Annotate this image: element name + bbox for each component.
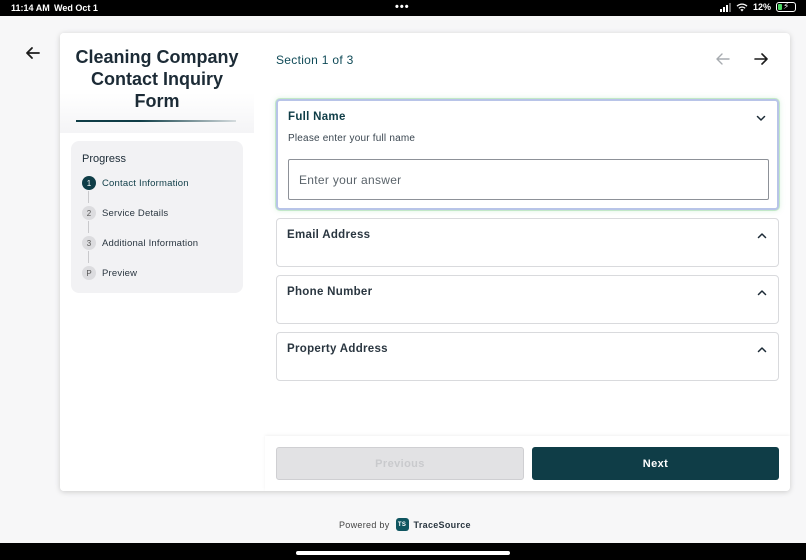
chevron-up-icon[interactable] (756, 344, 768, 356)
progress-title: Progress (82, 153, 127, 165)
step-number: P (82, 266, 96, 280)
status-right: 12% ⚡ (719, 1, 796, 12)
step-label: Additional Information (102, 237, 199, 249)
nav-next-arrow-icon[interactable] (753, 51, 769, 67)
nav-prev-arrow-icon[interactable] (715, 51, 731, 67)
battery-icon: ⚡ (776, 1, 796, 12)
chevron-up-icon[interactable] (756, 287, 768, 299)
question-description: Please enter your full name (288, 133, 416, 144)
previous-button[interactable]: Previous (276, 447, 524, 480)
step-number: 3 (82, 236, 96, 250)
home-indicator[interactable] (296, 551, 510, 555)
chevron-up-icon[interactable] (756, 230, 768, 242)
back-arrow-icon[interactable] (24, 44, 42, 62)
powered-by-label: Powered by (339, 519, 390, 530)
multitask-dots[interactable]: ••• (395, 1, 410, 13)
question-full-name: Full Name Please enter your full name (276, 99, 779, 210)
next-button[interactable]: Next (532, 447, 779, 480)
question-title: Phone Number (287, 286, 373, 298)
step-label: Contact Information (102, 177, 189, 189)
progress-step-additional-information[interactable]: 3 Additional Information (82, 236, 198, 250)
step-connector (88, 191, 89, 203)
form-card: Cleaning Company Contact Inquiry Form Pr… (60, 33, 790, 491)
form-title: Cleaning Company Contact Inquiry Form (75, 47, 239, 111)
step-label: Preview (102, 267, 138, 279)
step-label: Service Details (102, 207, 169, 219)
question-property-address[interactable]: Property Address (276, 332, 779, 381)
step-connector (88, 251, 89, 263)
brand-name[interactable]: TraceSource (414, 520, 471, 530)
progress-step-contact-information[interactable]: 1 Contact Information (82, 176, 189, 190)
status-bar: 11:14 AM Wed Oct 1 ••• 12% ⚡ (0, 0, 806, 16)
question-title: Email Address (287, 229, 371, 241)
tracesource-logo-icon: TS (395, 518, 409, 531)
progress-panel: Progress 1 Contact Information 2 Service… (71, 141, 243, 293)
title-divider (76, 120, 236, 122)
step-number: 2 (82, 206, 96, 220)
section-indicator: Section 1 of 3 (276, 53, 354, 67)
step-number: 1 (82, 176, 96, 190)
form-footer: Previous Next (265, 436, 790, 491)
wifi-icon (736, 2, 748, 11)
step-connector (88, 221, 89, 233)
status-date: Wed Oct 1 (54, 3, 98, 13)
chevron-down-icon[interactable] (755, 112, 767, 124)
full-name-input[interactable] (299, 172, 758, 187)
left-panel: Cleaning Company Contact Inquiry Form Pr… (60, 33, 254, 491)
question-title[interactable]: Full Name (288, 111, 346, 123)
progress-step-preview[interactable]: P Preview (82, 266, 137, 280)
full-name-field[interactable] (288, 159, 769, 200)
question-email-address[interactable]: Email Address (276, 218, 779, 267)
signal-icon (719, 2, 731, 12)
powered-by: Powered by TS TraceSource (339, 518, 471, 531)
question-phone-number[interactable]: Phone Number (276, 275, 779, 324)
battery-percent: 12% (752, 2, 771, 12)
progress-step-service-details[interactable]: 2 Service Details (82, 206, 168, 220)
question-title: Property Address (287, 343, 388, 355)
status-time: 11:14 AM (11, 3, 50, 13)
